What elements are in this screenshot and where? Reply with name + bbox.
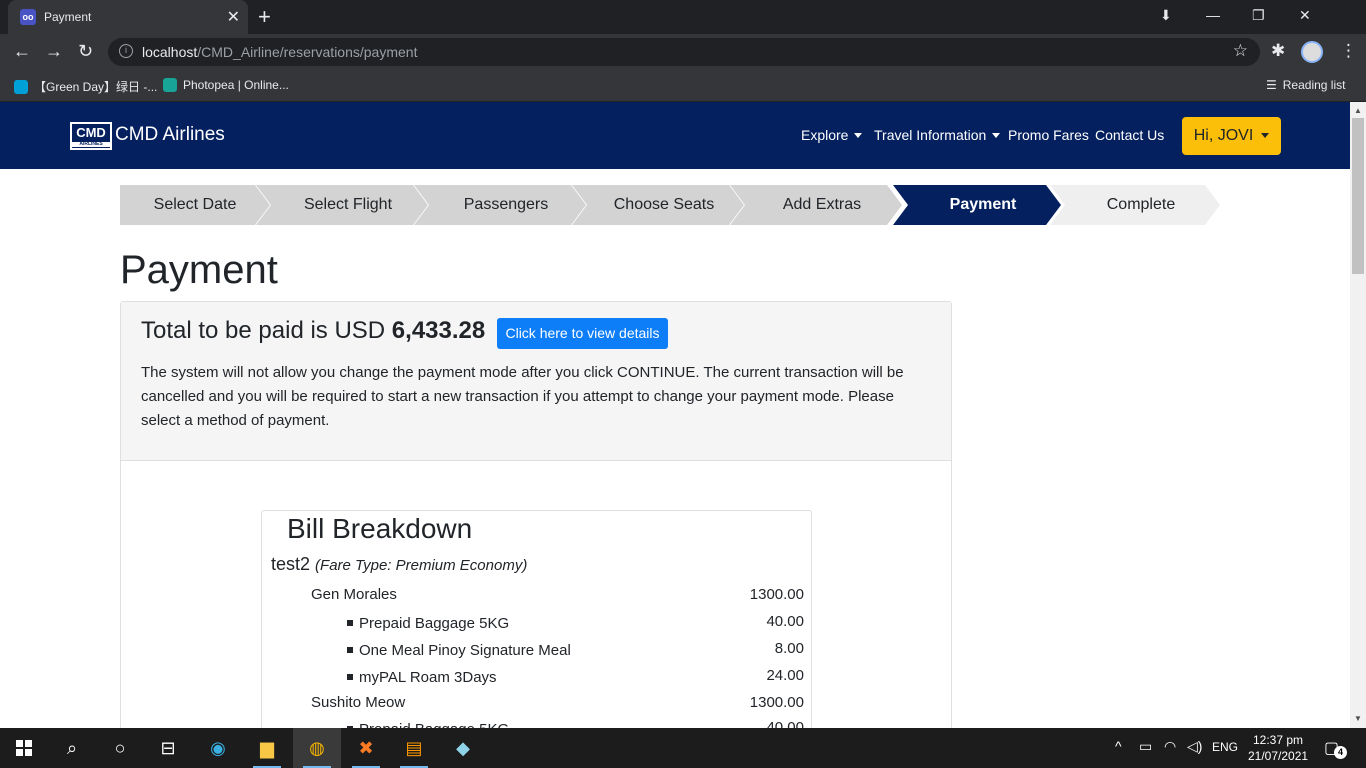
- user-menu-button[interactable]: Hi, JOVI: [1182, 117, 1281, 155]
- profile-avatar[interactable]: [1301, 41, 1323, 63]
- bill-breakdown: Bill Breakdown test2 (Fare Type: Premium…: [261, 510, 812, 750]
- bookmark-star-icon[interactable]: ☆: [1233, 41, 1248, 61]
- payment-card-header: Total to be paid is USD 6,433.28 Click h…: [121, 302, 951, 461]
- reading-list[interactable]: ☰ Reading list: [1266, 78, 1345, 92]
- profile-menu-icon[interactable]: ⬇: [1160, 7, 1172, 24]
- url-text: localhost/CMD_Airline/reservations/payme…: [142, 44, 418, 60]
- scroll-up-icon[interactable]: ▲: [1354, 106, 1362, 115]
- xampp-icon[interactable]: ✖: [342, 728, 390, 768]
- browser-tab[interactable]: oo Payment ✕: [8, 0, 248, 34]
- step-choose-seats: Choose Seats: [572, 185, 744, 225]
- bullet-icon: [347, 674, 353, 680]
- back-icon[interactable]: ←: [13, 41, 31, 62]
- reading-list-icon: ☰: [1266, 78, 1277, 92]
- payment-card: Total to be paid is USD 6,433.28 Click h…: [120, 301, 952, 750]
- notes-app-icon[interactable]: ◆: [439, 728, 487, 768]
- clock-date: 21/07/2021: [1248, 749, 1309, 763]
- url-bar[interactable]: i localhost/CMD_Airline/reservations/pay…: [108, 38, 1260, 66]
- page-title: Payment: [120, 248, 278, 292]
- tab-favicon-icon: oo: [20, 9, 36, 25]
- chevron-down-icon: [992, 133, 1001, 138]
- bullet-icon: [347, 647, 353, 653]
- reload-icon[interactable]: ↻: [78, 41, 93, 62]
- notification-count: 4: [1334, 746, 1347, 759]
- brand-logo[interactable]: CMD AIRLINES: [70, 122, 112, 150]
- nav-promo-fares[interactable]: Promo Fares: [1008, 127, 1089, 143]
- start-icon[interactable]: [0, 728, 48, 768]
- step-complete: Complete: [1050, 185, 1220, 225]
- chrome-icon[interactable]: ◍: [293, 728, 341, 768]
- nav-contact-us[interactable]: Contact Us: [1095, 127, 1164, 143]
- booking-reference: test2 (Fare Type: Premium Economy): [271, 554, 528, 574]
- payment-notice: The system will not allow you change the…: [141, 364, 904, 429]
- windows-taskbar: ⌕ ○ ⊟ ◉ ▆ ◍ ✖ ▤ ◆ ^ ▭ ◠ ◁) ENG 12:37 pm …: [0, 728, 1366, 768]
- wifi-icon[interactable]: ◠: [1164, 738, 1176, 755]
- restore-icon[interactable]: ❐: [1252, 7, 1265, 24]
- tab-title: Payment: [44, 10, 92, 24]
- step-select-date: Select Date: [120, 185, 270, 225]
- show-hidden-icons[interactable]: ^: [1115, 738, 1122, 754]
- site-navbar: CMD AIRLINES CMD Airlines Explore Travel …: [0, 102, 1350, 169]
- file-explorer-icon[interactable]: ▆: [243, 728, 291, 768]
- language-indicator[interactable]: ENG: [1212, 740, 1238, 754]
- extensions-icon[interactable]: ✱: [1271, 41, 1285, 61]
- new-tab-icon[interactable]: +: [258, 4, 271, 30]
- battery-icon[interactable]: ▭: [1139, 738, 1152, 755]
- system-clock[interactable]: 12:37 pm 21/07/2021: [1248, 732, 1308, 764]
- browser-tab-bar: oo Payment ✕ + ⬇ — ❐ ✕: [0, 0, 1366, 34]
- close-tab-icon[interactable]: ✕: [227, 7, 240, 27]
- chevron-down-icon: [1261, 133, 1270, 138]
- total-due: Total to be paid is USD 6,433.28: [141, 317, 486, 344]
- notifications-icon[interactable]: ▢ 4: [1324, 738, 1347, 759]
- edge-icon[interactable]: ◉: [194, 728, 242, 768]
- step-select-flight: Select Flight: [256, 185, 428, 225]
- nav-travel-information[interactable]: Travel Information: [874, 127, 1001, 143]
- menu-icon[interactable]: ⋮: [1340, 41, 1357, 61]
- nav-explore[interactable]: Explore: [801, 127, 863, 143]
- window-controls: ⬇ — ❐ ✕: [1160, 0, 1366, 34]
- brand-name[interactable]: CMD Airlines: [115, 124, 225, 146]
- cortana-icon[interactable]: ○: [96, 728, 144, 768]
- forward-icon[interactable]: →: [45, 41, 63, 62]
- bilibili-icon: [14, 80, 28, 94]
- bill-title: Bill Breakdown: [287, 513, 473, 544]
- step-passengers: Passengers: [414, 185, 586, 225]
- bullet-icon: [347, 620, 353, 626]
- bookmarks-bar: 【Green Day】绿日 -... Photopea | Online... …: [0, 70, 1366, 102]
- search-icon[interactable]: ⌕: [48, 728, 96, 768]
- scroll-down-icon[interactable]: ▼: [1354, 714, 1362, 723]
- scrollbar-thumb[interactable]: [1352, 118, 1364, 274]
- close-window-icon[interactable]: ✕: [1299, 7, 1311, 24]
- site-info-icon[interactable]: i: [119, 44, 133, 58]
- step-add-extras: Add Extras: [730, 185, 902, 225]
- step-payment: Payment: [893, 185, 1061, 225]
- bookmark-green-day[interactable]: 【Green Day】绿日 -...: [14, 78, 157, 95]
- photopea-icon: [163, 78, 177, 92]
- page-scrollbar[interactable]: ▲ ▼: [1350, 102, 1366, 728]
- minimize-icon[interactable]: —: [1206, 7, 1220, 23]
- volume-icon[interactable]: ◁): [1187, 738, 1202, 755]
- task-view-icon[interactable]: ⊟: [144, 728, 192, 768]
- chevron-down-icon: [854, 133, 863, 138]
- clock-time: 12:37 pm: [1253, 733, 1304, 747]
- bookmark-photopea[interactable]: Photopea | Online...: [163, 78, 289, 92]
- sublime-text-icon[interactable]: ▤: [390, 728, 438, 768]
- view-details-button[interactable]: Click here to view details: [497, 318, 668, 349]
- address-toolbar: ← → ↻ i localhost/CMD_Airline/reservatio…: [0, 34, 1366, 70]
